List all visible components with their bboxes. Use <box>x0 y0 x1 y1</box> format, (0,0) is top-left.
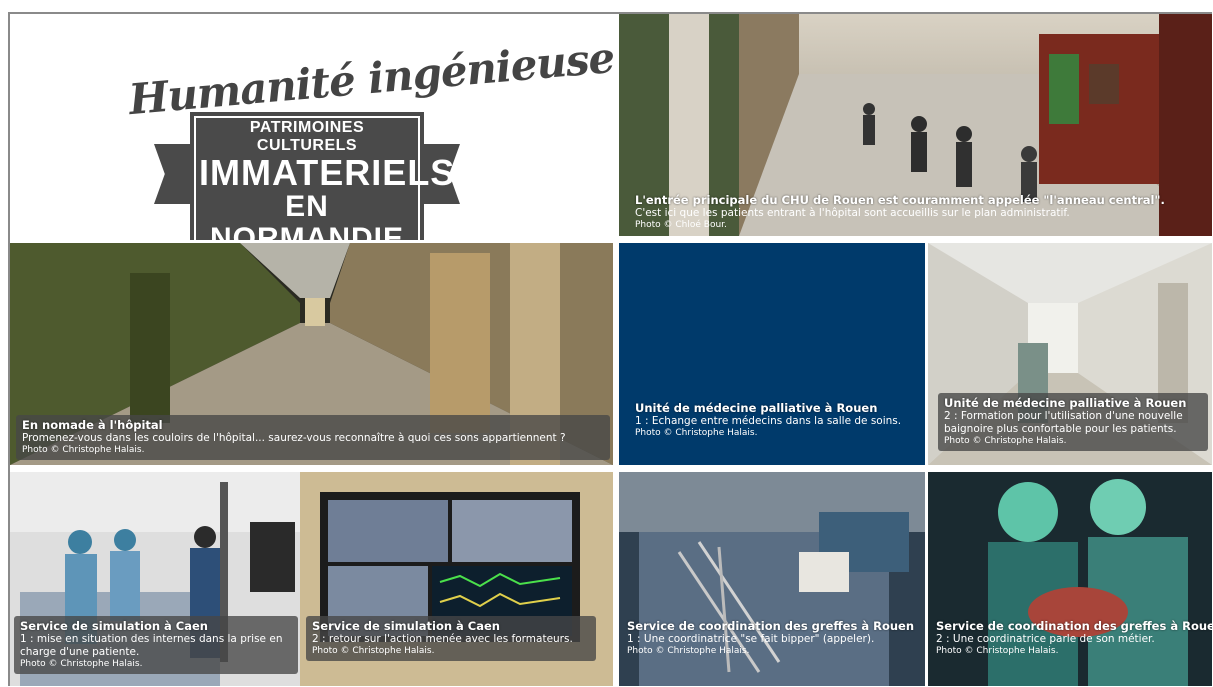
tile-nomade[interactable]: En nomade à l'hôpital Promenez-vous dans… <box>10 243 613 465</box>
logo-line-3: EN NORMANDIE <box>210 190 404 241</box>
caption-description: 1 : Echange entre médecins dans la salle… <box>635 415 902 427</box>
caption-title: Service de simulation à Caen <box>312 619 500 633</box>
caption-credit: Photo © Christophe Halais. <box>635 428 758 438</box>
caption-description: 2 : Une coordinatrice parle de son métie… <box>936 633 1155 645</box>
caption-credit: Photo © Christophe Halais. <box>936 646 1059 656</box>
banner-ribbon-left <box>154 144 190 204</box>
caption-credit: Photo © Chloé Bour. <box>635 220 727 230</box>
caption: Service de coordination des greffes à Ro… <box>625 616 923 661</box>
caption-title: En nomade à l'hôpital <box>22 418 163 432</box>
caption: Service de simulation à Caen 2 : retour … <box>306 616 596 661</box>
tile-greffes-2[interactable]: Service de coordination des greffes à Ro… <box>928 472 1212 686</box>
tile-palliative-1[interactable]: Unité de médecine palliative à Rouen 1 :… <box>619 243 925 465</box>
tile-greffes-1[interactable]: Service de coordination des greffes à Ro… <box>619 472 925 686</box>
logo-line-2: IMMATERIELS <box>199 152 456 193</box>
tile-simulation-1[interactable]: Service de simulation à Caen 1 : mise en… <box>10 472 300 686</box>
tile-simulation-2[interactable]: Service de simulation à Caen 2 : retour … <box>300 472 613 686</box>
caption-title: Unité de médecine palliative à Rouen <box>944 396 1187 410</box>
caption-title: Unité de médecine palliative à Rouen <box>635 401 878 415</box>
caption-credit: Photo © Christophe Halais. <box>20 659 143 669</box>
caption-description: 1 : Une coordinatrice "se fait bipper" (… <box>627 633 875 645</box>
logo-line-1: PATRIMOINES CULTURELS <box>249 119 365 154</box>
caption-title: L'entrée principale du CHU de Rouen est … <box>635 193 1165 207</box>
caption-title: Service de simulation à Caen <box>20 619 208 633</box>
caption: En nomade à l'hôpital Promenez-vous dans… <box>16 415 610 460</box>
caption: Service de simulation à Caen 1 : mise en… <box>14 616 298 674</box>
logo-tile: Humanité ingénieuse PATRIMOINES CULTUREL… <box>10 14 613 240</box>
caption-description: C'est ici que les patients entrant à l'h… <box>635 207 1070 219</box>
caption: L'entrée principale du CHU de Rouen est … <box>633 190 1171 235</box>
caption: Unité de médecine palliative à Rouen 1 :… <box>629 398 921 443</box>
caption: Service de coordination des greffes à Ro… <box>934 616 1212 661</box>
caption-description: 2 : retour sur l'action menée avec les f… <box>312 633 573 645</box>
caption-description: Promenez-vous dans les couloirs de l'hôp… <box>22 432 566 444</box>
caption-description: 1 : mise en situation des internes dans … <box>20 633 283 658</box>
logo-banner: PATRIMOINES CULTURELS IMMATERIELS EN NOR… <box>190 112 456 241</box>
caption: Unité de médecine palliative à Rouen 2 :… <box>938 393 1208 451</box>
caption-credit: Photo © Christophe Halais. <box>22 445 145 455</box>
tile-palliative-2[interactable]: Unité de médecine palliative à Rouen 2 :… <box>928 243 1212 465</box>
gallery-page: Humanité ingénieuse PATRIMOINES CULTUREL… <box>0 0 1213 687</box>
caption-credit: Photo © Christophe Halais. <box>944 436 1067 446</box>
caption-description: 2 : Formation pour l'utilisation d'une n… <box>944 410 1183 435</box>
caption-credit: Photo © Christophe Halais. <box>312 646 435 656</box>
tile-chu-entrance[interactable]: L'entrée principale du CHU de Rouen est … <box>619 14 1212 236</box>
caption-credit: Photo © Christophe Halais. <box>627 646 750 656</box>
caption-title: Service de coordination des greffes à Ro… <box>627 619 915 633</box>
caption-title: Service de coordination des greffes à Ro… <box>936 619 1212 633</box>
logo-script-title: Humanité ingénieuse <box>126 32 613 125</box>
